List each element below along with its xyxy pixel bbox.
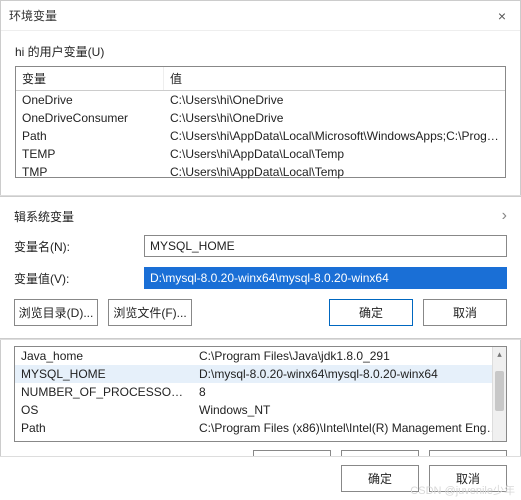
outer-ok-button[interactable]: 确定 <box>341 465 419 492</box>
name-label: 变量名(N): <box>14 238 144 255</box>
table-row[interactable]: OSWindows_NT <box>15 401 506 419</box>
col-value[interactable]: 值 <box>164 67 505 90</box>
user-vars-table[interactable]: 变量 值 OneDriveC:\Users\hi\OneDrive OneDri… <box>15 66 506 178</box>
close-icon[interactable]: × <box>492 8 512 24</box>
watermark: CSDN @juvenile少年 <box>410 482 515 498</box>
name-row: 变量名(N): <box>14 235 507 257</box>
edit-title: 辑系统变量 <box>14 208 74 225</box>
table-row[interactable]: TMPC:\Users\hi\AppData\Local\Temp <box>16 163 505 181</box>
value-label: 变量值(V): <box>14 270 144 287</box>
system-vars-table[interactable]: Java_homeC:\Program Files\Java\jdk1.8.0_… <box>14 346 507 442</box>
table-row[interactable]: NUMBER_OF_PROCESSORS8 <box>15 383 506 401</box>
spacer <box>202 299 319 326</box>
edit-cancel-button[interactable]: 取消 <box>423 299 507 326</box>
table-header: 变量 值 <box>16 67 505 91</box>
browse-file-button[interactable]: 浏览文件(F)... <box>108 299 192 326</box>
table-row[interactable]: TEMPC:\Users\hi\AppData\Local\Temp <box>16 145 505 163</box>
scroll-thumb[interactable] <box>495 371 504 411</box>
dialog-title: 环境变量 <box>9 7 492 24</box>
chevron-right-icon[interactable]: › <box>502 207 507 225</box>
table-row[interactable]: Java_homeC:\Program Files\Java\jdk1.8.0_… <box>15 347 506 365</box>
table-row[interactable]: OneDriveC:\Users\hi\OneDrive <box>16 91 505 109</box>
edit-ok-button[interactable]: 确定 <box>329 299 413 326</box>
value-row: 变量值(V): D:\mysql-8.0.20-winx64\mysql-8.0… <box>14 267 507 289</box>
browse-dir-button[interactable]: 浏览目录(D)... <box>14 299 98 326</box>
var-name-input[interactable] <box>144 235 507 257</box>
table-row[interactable]: MYSQL_HOMED:\mysql-8.0.20-winx64\mysql-8… <box>15 365 506 383</box>
var-value-input[interactable]: D:\mysql-8.0.20-winx64\mysql-8.0.20-winx… <box>144 267 507 289</box>
user-vars-label: hi 的用户变量(U) <box>15 43 506 60</box>
table-row[interactable]: PathC:\Users\hi\AppData\Local\Microsoft\… <box>16 127 505 145</box>
system-vars-body: Java_homeC:\Program Files\Java\jdk1.8.0_… <box>15 347 506 442</box>
scroll-up-icon[interactable]: ▴ <box>493 347 506 361</box>
edit-button-row: 浏览目录(D)... 浏览文件(F)... 确定 取消 <box>14 299 507 326</box>
edit-titlebar: 辑系统变量 › <box>14 207 507 225</box>
user-vars-body: OneDriveC:\Users\hi\OneDrive OneDriveCon… <box>16 91 505 181</box>
titlebar: 环境变量 × <box>1 1 520 31</box>
content-area: hi 的用户变量(U) 变量 值 OneDriveC:\Users\hi\One… <box>1 31 520 178</box>
table-row[interactable]: PathC:\Program Files (x86)\Intel\Intel(R… <box>15 419 506 437</box>
scrollbar[interactable]: ▴ <box>492 347 506 441</box>
table-row[interactable]: OneDriveConsumerC:\Users\hi\OneDrive <box>16 109 505 127</box>
col-name[interactable]: 变量 <box>16 67 164 90</box>
table-row[interactable]: PATHEXT.COM;.EXE;.BAT;.CMD;.VBS;.VBE;.JS… <box>15 437 506 442</box>
edit-var-dialog: 辑系统变量 › 变量名(N): 变量值(V): D:\mysql-8.0.20-… <box>0 196 521 339</box>
